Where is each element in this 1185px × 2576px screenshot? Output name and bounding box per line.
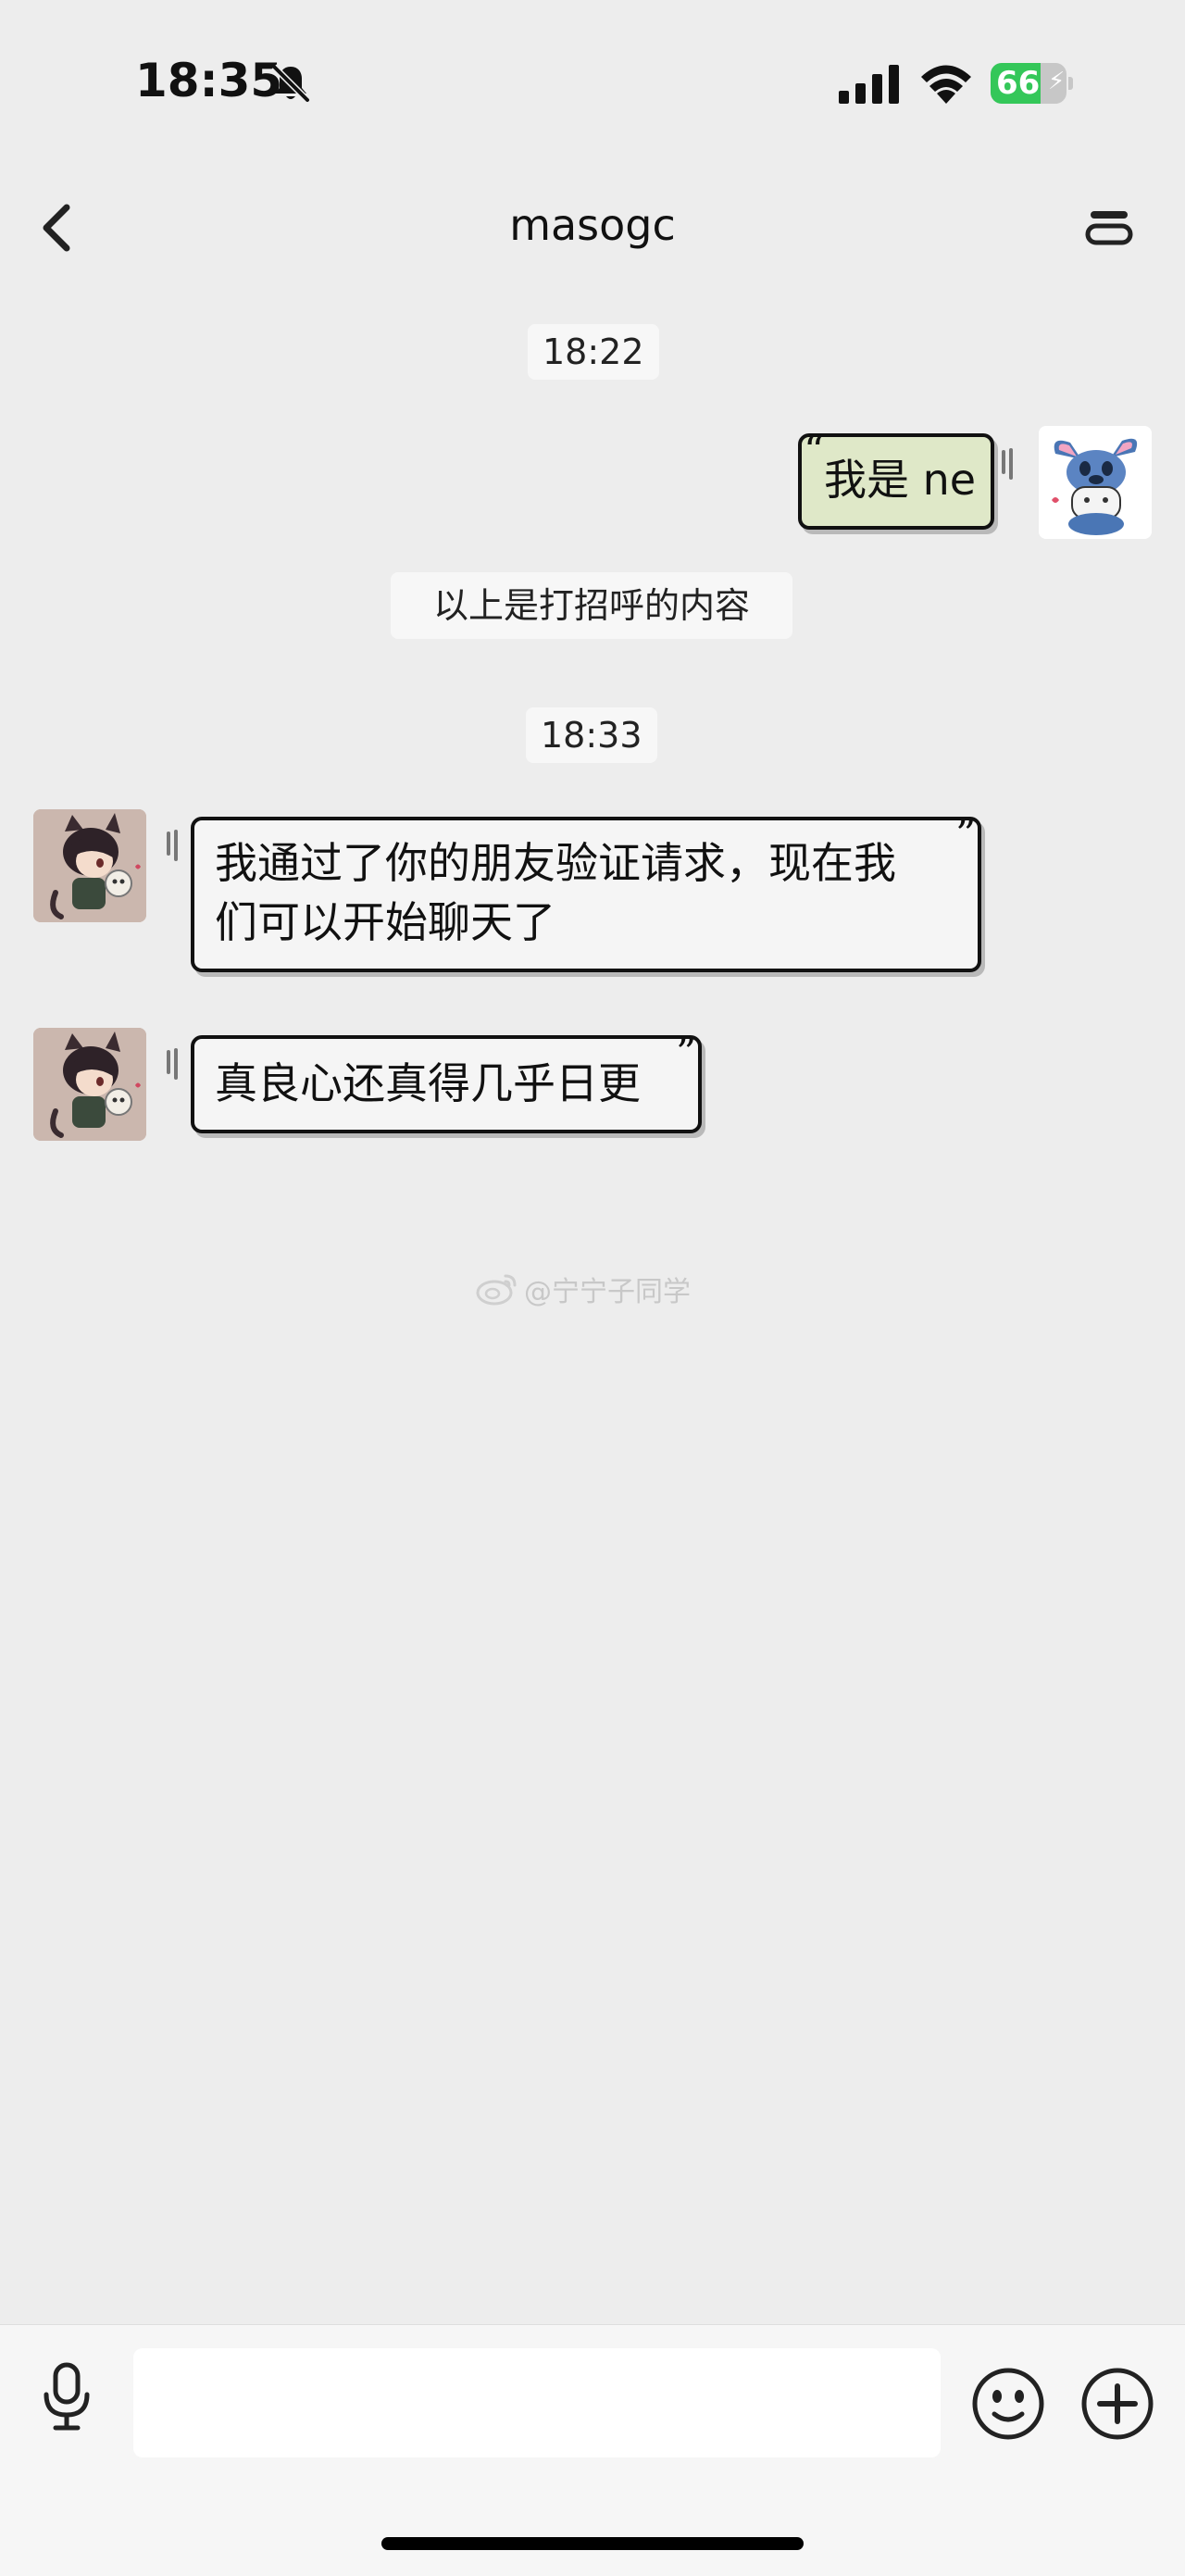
- timestamp: 18:22: [528, 324, 659, 380]
- bell-slash-icon: [271, 64, 310, 103]
- timestamp: 18:33: [526, 707, 657, 763]
- peer-message-bubble[interactable]: 真良心还真得几乎日更 ”: [191, 1030, 702, 1133]
- cellular-signal-icon: [839, 65, 899, 104]
- battery-cap: [1068, 77, 1073, 90]
- plus-icon[interactable]: [1079, 2366, 1155, 2442]
- anime-boy-avatar-icon: [33, 1028, 146, 1141]
- home-indicator: [381, 2537, 804, 2550]
- status-time: 18:35: [135, 54, 283, 107]
- message-input[interactable]: [133, 2348, 941, 2457]
- message-text: 真良心还真得几乎日更: [215, 1058, 641, 1108]
- system-notice: 以上是打招呼的内容: [391, 572, 792, 639]
- watermark-text: @宁宁子同学: [524, 1276, 691, 1308]
- peer-avatar[interactable]: [33, 1028, 146, 1141]
- battery-level: 66: [996, 65, 1041, 102]
- close-quote-mark: ”: [955, 811, 977, 858]
- charging-bolt-icon: ⚡: [1048, 68, 1066, 95]
- weibo-icon: [476, 1274, 517, 1306]
- bubble-tail-mark: [167, 1048, 180, 1080]
- close-quote-mark: ”: [676, 1030, 697, 1077]
- stitch-avatar-icon: [1039, 426, 1152, 539]
- battery-indicator: 66 ⚡: [991, 63, 1073, 104]
- microphone-icon[interactable]: [39, 2359, 94, 2433]
- anime-boy-avatar-icon: [33, 809, 146, 922]
- my-message-bubble[interactable]: “ 我是 ne: [798, 428, 994, 530]
- my-avatar[interactable]: [1039, 426, 1152, 539]
- open-quote-mark: “: [804, 428, 825, 475]
- battery-body: 66 ⚡: [991, 63, 1066, 104]
- bubble-tail-mark: [1002, 448, 1015, 480]
- message-text-line: 们可以开始聊天了: [215, 897, 555, 947]
- peer-avatar[interactable]: [33, 809, 146, 922]
- more-icon[interactable]: [1085, 207, 1133, 248]
- emoji-icon[interactable]: [970, 2366, 1046, 2442]
- wifi-icon: [921, 65, 971, 104]
- message-text: 我是 ne: [824, 455, 977, 505]
- peer-message-bubble[interactable]: 我通过了你的朋友验证请求，现在我 们可以开始聊天了 ”: [191, 811, 981, 972]
- chat-title: masogc: [509, 200, 676, 250]
- watermark: @宁宁子同学: [476, 1269, 691, 1309]
- message-text-line: 我通过了你的朋友验证请求，现在我: [215, 838, 896, 888]
- bubble-tail-mark: [167, 830, 180, 861]
